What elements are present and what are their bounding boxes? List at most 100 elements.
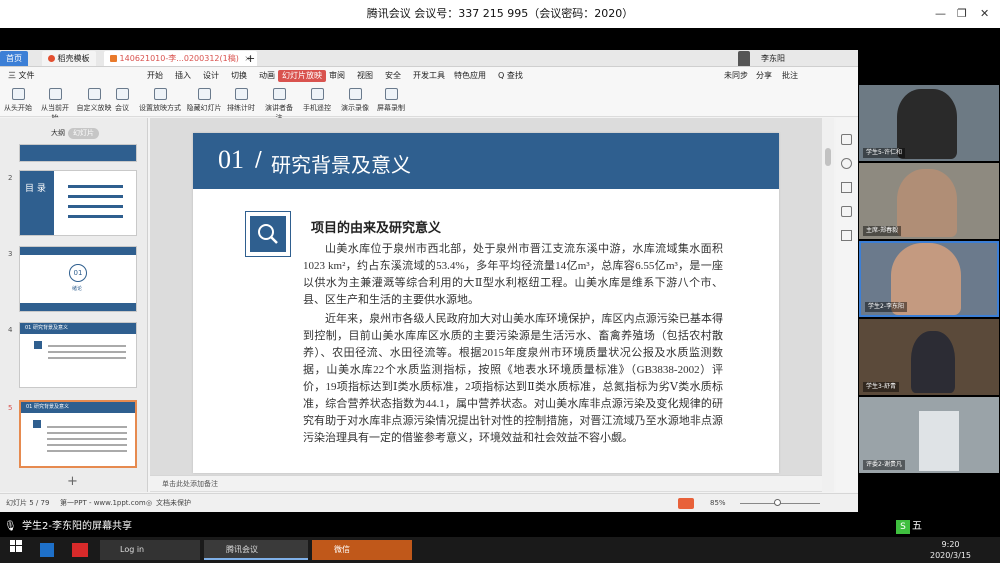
- tool-icon[interactable]: [841, 134, 852, 145]
- protect-status[interactable]: 文档未保护: [156, 494, 191, 512]
- black-band: [0, 28, 1000, 50]
- slide-canvas: 01 / 研究背景及意义 项目的由来及研究意义 山美水库位于泉州市西北部，处于泉…: [150, 118, 822, 492]
- slide-heading: 研究背景及意义: [271, 153, 411, 177]
- tab-document-label: 140621010-李...0200312(1稿): [119, 54, 239, 63]
- ime-mode[interactable]: 五: [912, 517, 922, 537]
- thumb-3-circle: 01: [69, 264, 87, 282]
- thumb-3-top: [20, 247, 136, 255]
- slide-num-3: 3: [8, 250, 13, 258]
- taskbar-app-tencent-meeting[interactable]: 腾讯会议: [204, 540, 308, 560]
- notes-icon: [272, 88, 286, 100]
- zoom-slider-handle[interactable]: [774, 499, 781, 506]
- search-icon-frame: [245, 211, 291, 257]
- rehearse-button[interactable]: 排练计时: [226, 88, 256, 113]
- slide-counter: 幻灯片 5 / 79: [6, 499, 50, 507]
- slide-thumb-2[interactable]: 目 录: [19, 170, 137, 236]
- thumb-5-text-line: [47, 450, 127, 452]
- phone-remote-button[interactable]: 手机遥控: [302, 88, 332, 113]
- video-tile[interactable]: 学生2-李东阳: [859, 241, 999, 317]
- notes-area[interactable]: 单击此处添加备注: [150, 475, 822, 491]
- tab-home[interactable]: 首页: [0, 51, 28, 66]
- ime-logo[interactable]: S: [896, 520, 910, 534]
- custom-show-icon: [87, 88, 101, 100]
- clock[interactable]: 9:20 2020/3/15: [930, 539, 971, 561]
- status-bar: 幻灯片 5 / 79 第一PPT - www.1ppt.com ◎ 文档未保护 …: [0, 493, 858, 512]
- setup-show-button[interactable]: 设置放映方式: [138, 88, 182, 113]
- screen-record-button[interactable]: 屏幕录制: [374, 88, 408, 113]
- person-silhouette: [897, 89, 957, 159]
- menu-file[interactable]: 三 文件: [4, 70, 39, 82]
- slide-thumb-5[interactable]: 01 研究背景及意义: [19, 400, 137, 468]
- menu-design[interactable]: 设计: [199, 70, 223, 82]
- share-label: 学生2-李东阳的屏幕共享: [22, 521, 132, 532]
- phone-remote-label: 手机遥控: [303, 104, 331, 112]
- taskbar-app-wechat[interactable]: 微信: [312, 540, 412, 560]
- slide-thumb-3[interactable]: 01 绪论: [19, 246, 137, 312]
- meeting-button[interactable]: 会议: [114, 88, 130, 113]
- current-slide[interactable]: 01 / 研究背景及意义 项目的由来及研究意义 山美水库位于泉州市西北部，处于泉…: [193, 133, 779, 473]
- video-tile[interactable]: 学生5-许仁和: [859, 85, 999, 161]
- play-from-start-label: 从头开始: [4, 104, 32, 112]
- menu-search[interactable]: Q 查找: [494, 70, 527, 82]
- restore-button[interactable]: ❐: [957, 0, 967, 28]
- new-tab-button[interactable]: +: [240, 51, 261, 66]
- thumb-5-title: 01 研究背景及意义: [26, 404, 69, 410]
- video-tile[interactable]: 主席-郑春毅: [859, 163, 999, 239]
- video-tile[interactable]: 评委2-谢贵凡: [859, 397, 999, 473]
- play-from-start-button[interactable]: 从头开始: [4, 88, 32, 113]
- screen-share-bar: 🎙 学生2-李东阳的屏幕共享 S 五: [0, 517, 1000, 537]
- tab-template[interactable]: 稻壳模板: [42, 51, 96, 66]
- taskbar-app-login[interactable]: Log in: [100, 540, 200, 560]
- menu-view[interactable]: 视图: [353, 70, 377, 82]
- phone-icon: [310, 88, 324, 100]
- windows-start-icon[interactable]: [10, 540, 22, 560]
- menu-review[interactable]: 审阅: [325, 70, 349, 82]
- setup-show-label: 设置放映方式: [139, 104, 181, 112]
- menu-special[interactable]: 特色应用: [450, 70, 490, 82]
- app-icon[interactable]: [72, 543, 88, 557]
- slide-thumb-1[interactable]: [19, 144, 137, 162]
- hide-slide-button[interactable]: 隐藏幻灯片: [186, 88, 222, 113]
- tool-icon[interactable]: [841, 182, 852, 193]
- menu-share[interactable]: 分享: [752, 70, 776, 82]
- record-show-button[interactable]: 演示录像: [338, 88, 372, 113]
- menu-security[interactable]: 安全: [381, 70, 405, 82]
- menu-insert[interactable]: 插入: [171, 70, 195, 82]
- user-name[interactable]: 李东阳: [755, 51, 791, 66]
- timer-icon: [234, 88, 248, 100]
- menu-comment[interactable]: 批注: [778, 70, 802, 82]
- vertical-scrollbar[interactable]: [822, 118, 834, 492]
- slide-thumbnail-panel: 大纲 幻灯片 2 目 录 3 01 绪论 4 01 研究背景及意义 5 01 研…: [0, 118, 148, 492]
- participant-name: 学生3-舒青: [863, 382, 899, 392]
- menu-devtools[interactable]: 开发工具: [409, 70, 449, 82]
- video-tile[interactable]: 学生3-舒青: [859, 319, 999, 395]
- slides-tab[interactable]: 幻灯片: [68, 128, 99, 139]
- tool-icon[interactable]: [841, 230, 852, 241]
- minimize-button[interactable]: —: [935, 0, 946, 28]
- thumb-4-text-line: [48, 351, 126, 353]
- scroll-thumb[interactable]: [825, 148, 831, 166]
- magnifier-icon: [250, 216, 286, 252]
- add-slide-button[interactable]: +: [67, 474, 78, 489]
- menu-sync[interactable]: 未同步: [720, 70, 752, 82]
- thumb-5-icon: [33, 420, 41, 428]
- tool-icon[interactable]: [841, 158, 852, 169]
- layout-icon[interactable]: [738, 51, 750, 66]
- menu-animation[interactable]: 动画: [255, 70, 279, 82]
- play-slideshow-button[interactable]: [678, 498, 694, 509]
- slide-thumb-4[interactable]: 01 研究背景及意义: [19, 322, 137, 388]
- custom-show-button[interactable]: 自定义放映: [76, 88, 112, 113]
- menu-slideshow[interactable]: 幻灯片放映: [278, 70, 326, 82]
- shield-icon: ◎: [146, 499, 153, 507]
- camera-icon: [348, 88, 362, 100]
- menu-transition[interactable]: 切换: [227, 70, 251, 82]
- thumb-2-line: [68, 195, 123, 198]
- tab-document[interactable]: 140621010-李...0200312(1稿) ×: [104, 51, 258, 66]
- participant-name: 学生2-李东阳: [865, 302, 907, 312]
- tool-icon[interactable]: [841, 206, 852, 217]
- menu-start[interactable]: 开始: [143, 70, 167, 82]
- close-button[interactable]: ✕: [980, 0, 989, 28]
- app-icon[interactable]: [40, 543, 54, 557]
- taskbar-app-label: 腾讯会议: [226, 545, 258, 554]
- outline-tab[interactable]: 大纲: [46, 128, 70, 139]
